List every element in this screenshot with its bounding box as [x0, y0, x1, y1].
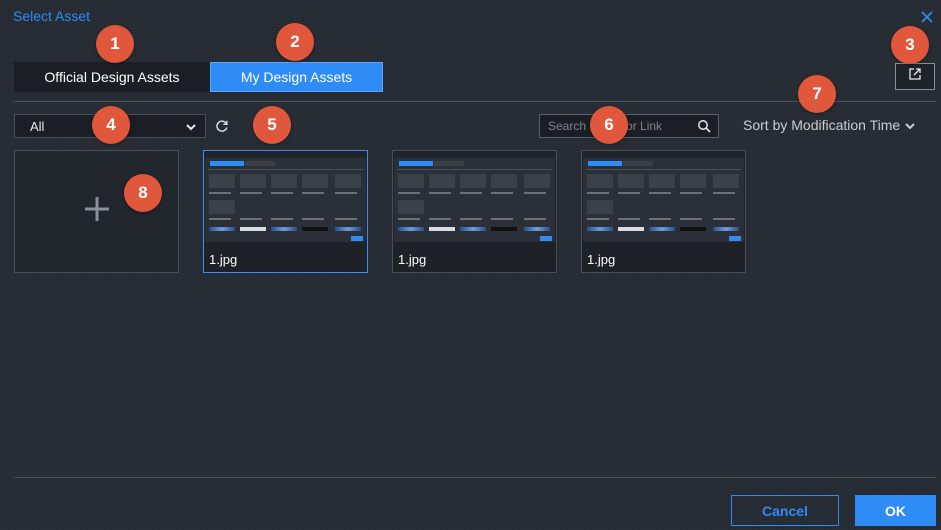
external-link-icon [908, 67, 922, 86]
open-external-button[interactable] [895, 63, 935, 90]
cancel-button[interactable]: Cancel [731, 495, 839, 526]
sort-label: Sort by Modification Time [743, 117, 901, 133]
callout-badge: 2 [276, 23, 314, 61]
dialog-title: Select Asset [13, 8, 91, 24]
divider [14, 101, 936, 102]
callout-badge: 6 [590, 106, 628, 144]
asset-name: 1.jpg [398, 252, 427, 267]
asset-name: 1.jpg [209, 252, 238, 267]
ok-button[interactable]: OK [855, 495, 936, 526]
plus-icon [83, 195, 111, 228]
chevron-down-icon [185, 121, 197, 136]
sort-dropdown[interactable]: Sort by Modification Time [743, 117, 916, 134]
callout-badge: 8 [124, 174, 162, 212]
close-icon[interactable] [918, 8, 936, 26]
filter-selected-value: All [30, 118, 45, 134]
asset-thumbnail [583, 152, 744, 242]
callout-badge: 5 [253, 106, 291, 144]
tab-official-design-assets[interactable]: Official Design Assets [14, 62, 210, 92]
search-box[interactable] [539, 114, 719, 138]
refresh-icon[interactable] [214, 118, 230, 134]
callout-badge: 3 [891, 26, 929, 64]
asset-card[interactable]: 1.jpg [581, 150, 746, 273]
asset-thumbnail [205, 152, 366, 242]
search-icon[interactable] [697, 119, 711, 138]
asset-name: 1.jpg [587, 252, 616, 267]
callout-badge: 4 [92, 106, 130, 144]
asset-card[interactable]: 1.jpg [392, 150, 557, 273]
callout-badge: 7 [798, 75, 836, 113]
add-asset-tile[interactable] [14, 150, 179, 273]
footer-divider [14, 477, 936, 478]
asset-card[interactable]: 1.jpg [203, 150, 368, 273]
tab-my-design-assets[interactable]: My Design Assets [210, 62, 383, 92]
chevron-down-icon [904, 118, 916, 134]
callout-badge: 1 [96, 25, 134, 63]
asset-thumbnail [394, 152, 555, 242]
